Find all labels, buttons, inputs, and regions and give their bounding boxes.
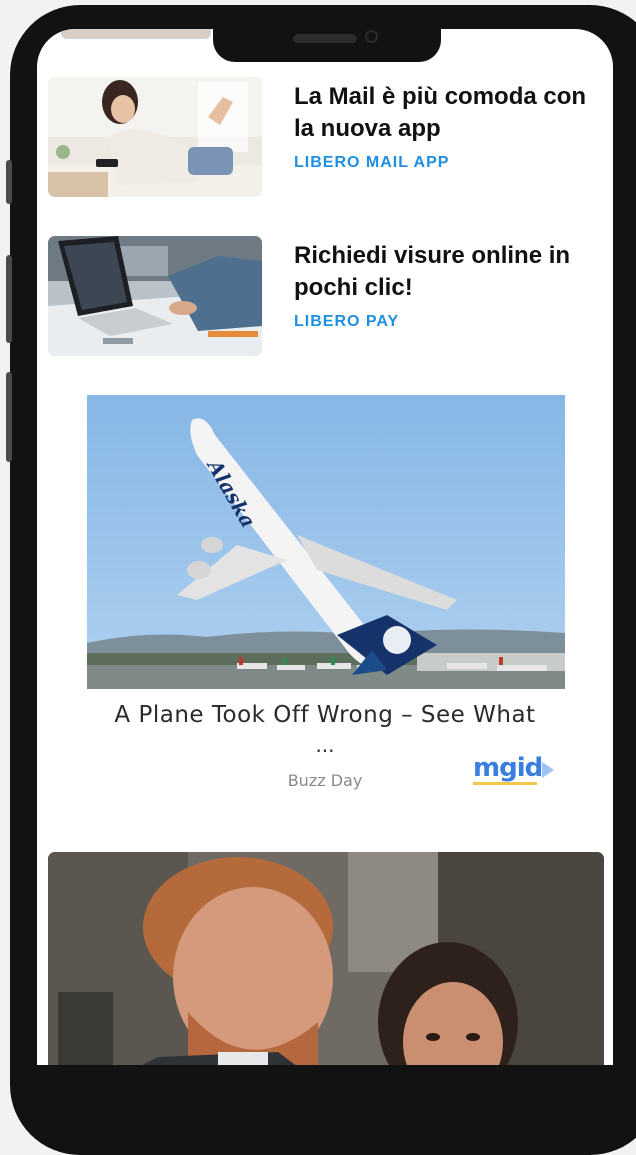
article-source[interactable]: LIBERO MAIL APP (294, 154, 449, 172)
front-camera-icon (365, 30, 378, 43)
article-title[interactable]: Richiedi visure online in pochi clic! (294, 240, 612, 304)
previous-article-image[interactable] (61, 29, 211, 39)
mgid-logo-underline (473, 782, 537, 785)
phone-notch (213, 20, 441, 62)
ad-title[interactable]: A Plane Took Off Wrong – See What (37, 702, 613, 728)
speaker-grille (293, 34, 357, 43)
article-source[interactable]: LIBERO PAY (294, 313, 399, 331)
screen: La Mail è più comoda con la nuova app LI… (37, 29, 613, 1065)
volume-up-button (6, 255, 12, 343)
mgid-logo[interactable]: mgid (473, 753, 543, 783)
next-article-image[interactable] (48, 852, 604, 1065)
side-button (6, 160, 12, 204)
article-thumbnail[interactable] (48, 236, 262, 356)
volume-down-button (6, 372, 12, 462)
article-title[interactable]: La Mail è più comoda con la nuova app (294, 81, 612, 145)
article-thumbnail[interactable] (48, 77, 262, 197)
article-item[interactable]: Richiedi visure online in pochi clic! LI… (48, 236, 608, 360)
ad-image[interactable]: Alaska (87, 395, 565, 689)
ad-choices-icon[interactable] (542, 762, 554, 778)
article-item[interactable]: La Mail è più comoda con la nuova app LI… (48, 77, 608, 201)
